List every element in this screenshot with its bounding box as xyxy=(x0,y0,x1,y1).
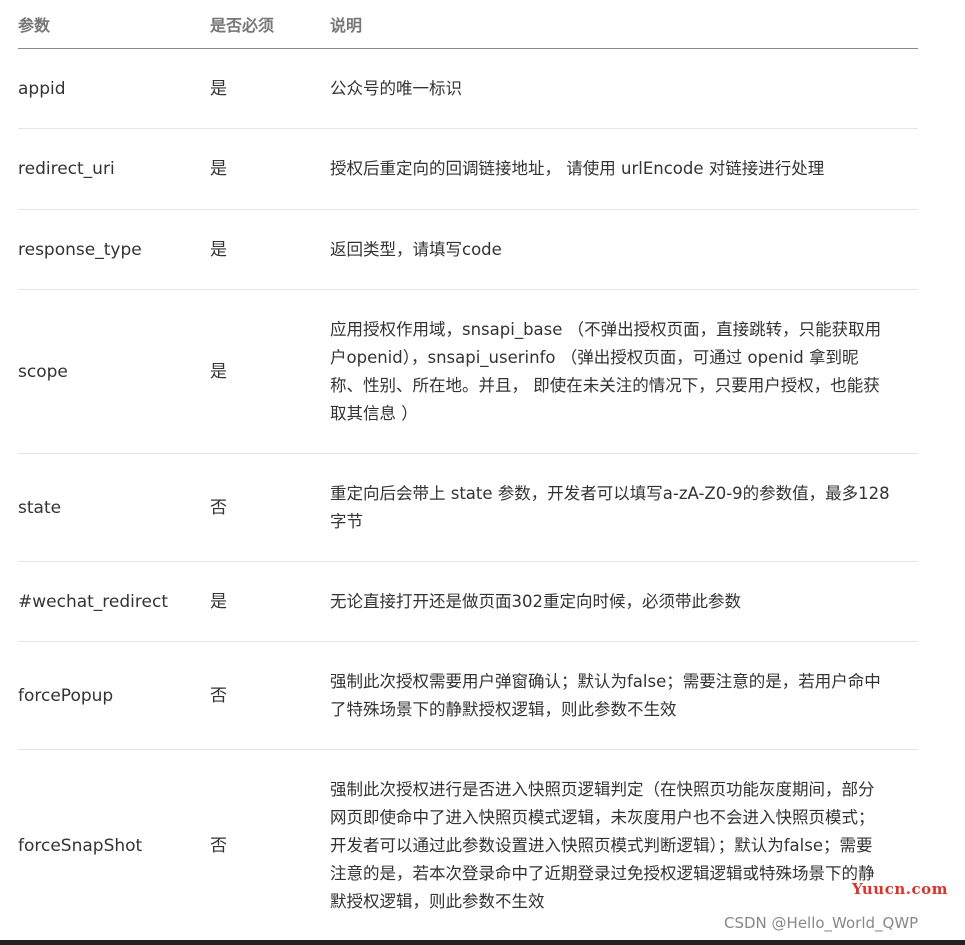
row-required: 否 xyxy=(210,686,227,706)
row-param: #wechat_redirect xyxy=(18,592,168,612)
description-line: 授权后重定向的回调链接地址， 请使用 urlEncode 对链接进行处理 xyxy=(330,159,825,178)
row-description: 公众号的唯一标识 xyxy=(330,75,922,103)
description-line: 强制此次授权进行是否进入快照页逻辑判定（在快照页功能灰度期间，部分 xyxy=(330,780,875,799)
description-line: 户openid），snsapi_userinfo （弹出授权页面，可通过 ope… xyxy=(330,348,859,367)
row-description: 无论直接打开还是做页面302重定向时候，必须带此参数 xyxy=(330,588,922,616)
description-line: 无论直接打开还是做页面302重定向时候，必须带此参数 xyxy=(330,592,741,611)
row-param: forceSnapShot xyxy=(18,836,143,856)
description-line: 应用授权作用域，snsapi_base （不弹出授权页面，直接跳转，只能获取用 xyxy=(330,320,882,339)
description-line: 默授权逻辑，则此参数不生效 xyxy=(330,892,545,911)
table-row: scope 是 应用授权作用域，snsapi_base （不弹出授权页面，直接跳转，… xyxy=(18,290,918,454)
parameter-table: 参数 是否必须 说明 appid 是公众号的唯一标识 redirect_uri 是授权… xyxy=(18,0,918,942)
description-line: 网页即使命中了进入快照页模式逻辑，未灰度用户也不会进入快照页模式； xyxy=(330,808,875,827)
row-required: 否 xyxy=(210,498,227,518)
description-line: 强制此次授权需要用户弹窗确认；默认为false；需要注意的是，若用户命中 xyxy=(330,672,881,691)
description-line: 重定向后会带上 state 参数，开发者可以填写a-zA-Z0-9的参数值，最多… xyxy=(330,484,890,503)
row-required: 否 xyxy=(210,836,227,856)
description-line: 称、性别、所在地。并且， 即使在未关注的情况下，只要用户授权，也能获 xyxy=(330,376,880,395)
row-required: 是 xyxy=(210,79,227,99)
table-row: #wechat_redirect 是 无论直接打开还是做页面302重定向时候，必须带… xyxy=(18,562,918,642)
header-param: 参数 xyxy=(18,16,51,35)
bottom-border xyxy=(0,940,965,945)
description-line: 注意的是，若本次登录命中了近期登录过免授权逻辑逻辑或特殊场景下的静 xyxy=(330,864,875,883)
description-line: 取其信息 ） xyxy=(330,404,418,423)
description-line: 了特殊场景下的静默授权逻辑，则此参数不生效 xyxy=(330,700,677,719)
header-required: 是否必须 xyxy=(210,16,275,35)
row-description: 返回类型，请填写code xyxy=(330,236,922,264)
row-description: 强制此次授权进行是否进入快照页逻辑判定（在快照页功能灰度期间，部分 网页即使命中了… xyxy=(330,776,922,916)
table-row: redirect_uri 是 授权后重定向的回调链接地址， 请使用 urlEncod… xyxy=(18,129,918,210)
description-line: 开发者可以通过此参数设置进入快照页模式判断逻辑）；默认为false；需要 xyxy=(330,836,873,855)
author-watermark: CSDN @Hello_World_QWP xyxy=(724,914,919,932)
row-required: 是 xyxy=(210,592,227,612)
row-description: 强制此次授权需要用户弹窗确认；默认为false；需要注意的是，若用户命中 了特殊场… xyxy=(330,668,922,724)
table-body: appid 是公众号的唯一标识 redirect_uri 是授权后重定向的回调链接地址… xyxy=(18,49,918,942)
row-param: redirect_uri xyxy=(18,159,115,179)
row-param: appid xyxy=(18,79,66,99)
description-line: 字节 xyxy=(330,512,363,531)
row-description: 重定向后会带上 state 参数，开发者可以填写a-zA-Z0-9的参数值，最多… xyxy=(330,480,922,536)
description-line: 返回类型，请填写code xyxy=(330,240,502,259)
site-watermark: Yuucn.com xyxy=(852,880,948,898)
row-description: 应用授权作用域，snsapi_base （不弹出授权页面，直接跳转，只能获取用户… xyxy=(330,316,922,428)
table-row: forcePopup 否 强制此次授权需要用户弹窗确认；默认为false；需要注意的… xyxy=(18,642,918,750)
row-required: 是 xyxy=(210,159,227,179)
row-required: 是 xyxy=(210,240,227,260)
row-param: scope xyxy=(18,362,68,382)
header-description: 说明 xyxy=(330,16,363,35)
row-required: 是 xyxy=(210,362,227,382)
table-header: 参数 是否必须 说明 xyxy=(18,0,918,49)
table-row: appid 是 公众号的唯一标识 xyxy=(18,49,918,129)
row-description: 授权后重定向的回调链接地址， 请使用 urlEncode 对链接进行处理 xyxy=(330,155,922,183)
table-row: state 否 重定向后会带上 state 参数，开发者可以填写a-zA-Z0-9的… xyxy=(18,454,918,562)
description-line: 公众号的唯一标识 xyxy=(330,79,462,98)
row-param: state xyxy=(18,498,62,518)
table-row: response_type 是 返回类型，请填写code xyxy=(18,210,918,290)
row-param: forcePopup xyxy=(18,686,114,706)
row-param: response_type xyxy=(18,240,142,260)
